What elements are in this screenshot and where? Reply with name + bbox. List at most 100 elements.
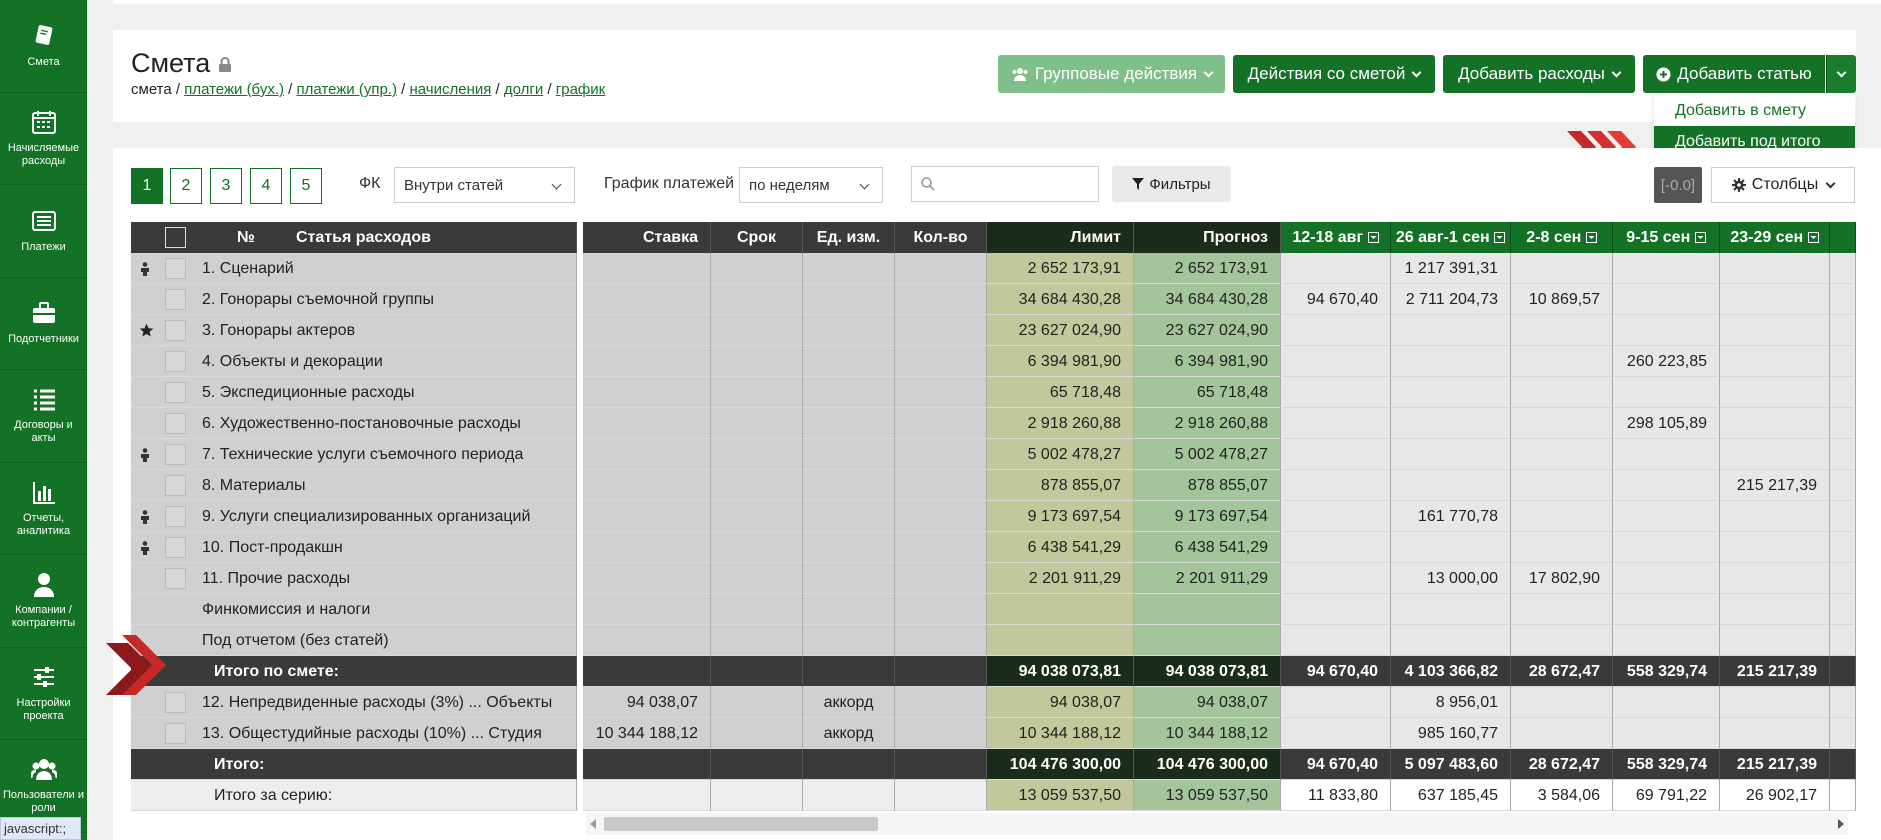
article-name: 6. Художественно-постановочные расходы [202,415,521,432]
table-row[interactable]: Под отчетом (без статей) [131,625,1856,656]
limit-cell: 6 438 541,29 [987,532,1134,563]
sidebar-item[interactable]: Платежи [0,185,87,278]
breadcrumb-current: смета [131,81,172,98]
article-name: 5. Экспедиционные расходы [202,384,415,401]
row-checkbox[interactable] [165,382,186,403]
row-checkbox[interactable] [165,475,186,496]
rate-cell [583,315,711,346]
row-checkbox[interactable] [165,723,186,744]
sidebar-item[interactable]: Отчеты, аналитика [0,463,87,555]
limit-cell: 34 684 430,28 [987,284,1134,315]
menu-item-add-to-estimate[interactable]: Добавить в смету [1654,95,1855,126]
sidebar-item-label: Подотчетники [8,333,79,346]
table-row[interactable]: 4. Объекты и декорации 6 394 981,90 6 394 … [131,346,1856,377]
star-icon [139,323,154,337]
page-button[interactable]: 2 [170,168,202,204]
horizontal-scrollbar[interactable] [586,813,1848,835]
week-cell-partial [1830,594,1856,625]
page-button[interactable]: 4 [250,168,282,204]
columns-button[interactable]: Столбцы [1711,167,1855,203]
schedule-select[interactable]: по неделям [739,167,883,203]
person-icon [141,510,149,524]
row-checkbox[interactable] [165,258,186,279]
scroll-right-arrow-icon[interactable] [1838,819,1844,829]
sidebar-item[interactable]: Начисляемые расходы [0,93,87,185]
table-row[interactable]: 3. Гонорары актеров 23 627 024,90 23 627 0… [131,315,1856,346]
unit-cell [803,470,895,501]
table-row[interactable]: 6. Художественно-постановочные расходы 2 … [131,408,1856,439]
table-row[interactable]: 8. Материалы 878 855,07 878 855,07 215 217,… [131,470,1856,501]
sidebar-item-label: Смета [27,55,60,68]
add-expenses-button[interactable]: Добавить расходы [1443,55,1635,93]
forecast-cell: 23 627 024,90 [1134,315,1281,346]
scroll-left-arrow-icon[interactable] [590,819,596,829]
table-row[interactable]: 1. Сценарий 2 652 173,91 2 652 173,91 1 217… [131,253,1856,284]
week-cell-partial [1830,687,1856,718]
add-article-dropdown-toggle[interactable] [1826,55,1856,93]
table-row[interactable]: 12. Непредвиденные расходы (3%) ... Объе… [131,687,1856,718]
term-cell [711,594,803,625]
table-row[interactable]: 5. Экспедиционные расходы 65 718,48 65 718… [131,377,1856,408]
table-row[interactable]: 13. Общестудийные расходы (10%) ... Студ… [131,718,1856,749]
row-label-cell: Итого по смете: [131,656,577,687]
week-cell: 161 770,78 [1391,501,1511,532]
row-checkbox[interactable] [165,506,186,527]
column-toggle-icon[interactable] [1807,232,1819,243]
unit-cell [803,625,895,656]
breadcrumb-link[interactable]: платежи (бух.) [184,81,284,98]
table-row[interactable]: Финкомиссия и налоги [131,594,1856,625]
page-button[interactable]: 5 [290,168,322,204]
week-cell [1720,346,1830,377]
select-all-checkbox[interactable] [165,227,186,248]
column-toggle-icon[interactable] [1367,232,1379,243]
table-row[interactable]: 11. Прочие расходы 2 201 911,29 2 201 911,… [131,563,1856,594]
page-button[interactable]: 3 [210,168,242,204]
table-row[interactable]: 9. Услуги специализированных организаций… [131,501,1856,532]
add-article-button[interactable]: Добавить статью [1643,55,1825,93]
term-cell [711,563,803,594]
neg-toggle-button[interactable]: [-0.0] [1654,167,1702,203]
row-checkbox[interactable] [165,351,186,372]
limit-cell: 65 718,48 [987,377,1134,408]
table-row[interactable]: 7. Технические услуги съемочного периода… [131,439,1856,470]
total-row: Итого по смете: 94 038 073,81 94 038 073,8… [131,656,1856,687]
table-row[interactable]: 10. Пост-продакшн 6 438 541,29 6 438 541,2… [131,532,1856,563]
sidebar-item[interactable]: Смета [0,0,87,93]
search-input[interactable] [911,166,1099,202]
term-cell [711,501,803,532]
article-name: 9. Услуги специализированных организаций [202,508,531,525]
rate-cell [583,284,711,315]
row-checkbox[interactable] [165,320,186,341]
week-cell [1281,470,1391,501]
col-week-partial [1830,222,1856,253]
sidebar-item[interactable]: Подотчетники [0,278,87,370]
breadcrumb-link[interactable]: платежи (упр.) [297,81,397,98]
row-checkbox[interactable] [165,537,186,558]
breadcrumb-link[interactable]: долги [504,81,543,98]
week-cell: 298 105,89 [1613,408,1720,439]
column-toggle-icon[interactable] [1494,232,1506,243]
column-toggle-icon[interactable] [1585,232,1597,243]
group-actions-button[interactable]: Групповые действия [998,55,1225,93]
rate-cell [583,346,711,377]
forecast-cell: 2 918 260,88 [1134,408,1281,439]
estimate-actions-button[interactable]: Действия со сметой [1233,55,1435,93]
sidebar-item[interactable]: Настройки проекта [0,648,87,740]
row-checkbox[interactable] [165,568,186,589]
sidebar-item[interactable]: Компании / контрагенты [0,555,87,648]
table-row[interactable]: 2. Гонорары съемочной группы 34 684 430,2… [131,284,1856,315]
row-checkbox[interactable] [165,444,186,465]
column-toggle-icon[interactable] [1694,232,1706,243]
breadcrumb-link[interactable]: начисления [409,81,491,98]
limit-cell: 94 038,07 [987,687,1134,718]
sidebar-item-label: Договоры и акты [14,419,73,445]
row-checkbox[interactable] [165,413,186,434]
row-checkbox[interactable] [165,289,186,310]
sidebar-item[interactable]: Договоры и акты [0,370,87,463]
filters-button[interactable]: Фильтры [1112,166,1231,202]
row-label-cell: 4. Объекты и декорации [131,346,577,377]
scrollbar-thumb[interactable] [604,817,878,831]
page-button[interactable]: 1 [131,168,163,204]
fk-select[interactable]: Внутри статей [394,167,575,203]
breadcrumb-link[interactable]: график [556,81,605,98]
